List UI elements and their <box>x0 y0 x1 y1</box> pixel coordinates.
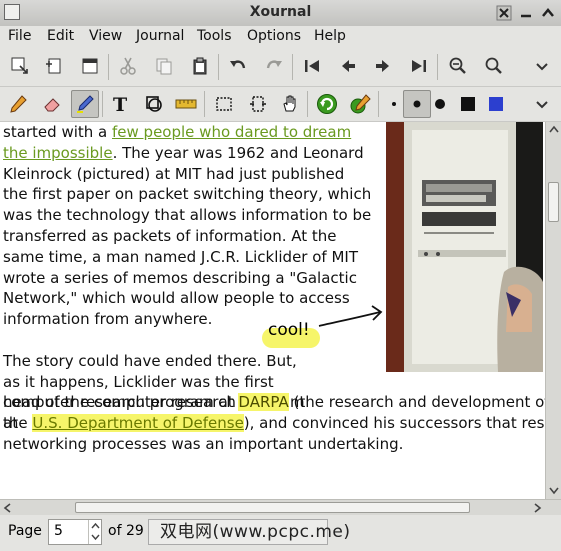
save-icon[interactable] <box>6 52 34 80</box>
pen-icon[interactable] <box>4 90 32 118</box>
minimize-window-icon[interactable] <box>518 5 534 21</box>
annotation-arrow-icon <box>318 305 383 327</box>
close-window-icon[interactable] <box>496 5 512 21</box>
scroll-right-arrow-icon[interactable] <box>534 503 542 513</box>
vertical-scrollbar[interactable] <box>545 122 561 499</box>
select-rectangle-icon[interactable] <box>210 90 238 118</box>
para2-line-darpa: computer research program at DARPA (the … <box>3 393 545 411</box>
menu-options[interactable]: Options <box>247 28 301 44</box>
overflow-chevron-icon[interactable] <box>528 90 556 118</box>
highlight-darpa[interactable]: DARPA <box>238 393 289 411</box>
scroll-down-arrow-icon[interactable] <box>549 487 559 495</box>
spin-up-icon[interactable] <box>91 522 100 529</box>
main-toolbar <box>0 48 561 87</box>
next-page-icon[interactable] <box>369 52 397 80</box>
copy-icon[interactable] <box>150 52 178 80</box>
menu-help[interactable]: Help <box>314 28 346 44</box>
duplicate-page-icon[interactable] <box>76 52 104 80</box>
first-page-icon[interactable] <box>298 52 326 80</box>
window-title: Xournal <box>249 4 312 20</box>
svg-text:T: T <box>113 94 127 114</box>
maximize-window-icon[interactable] <box>540 5 556 21</box>
scroll-up-arrow-icon[interactable] <box>549 125 559 133</box>
redo-icon[interactable] <box>260 52 288 80</box>
default-tools-icon[interactable] <box>313 90 341 118</box>
toolbar-separator <box>102 91 103 117</box>
zoom-out-icon[interactable] <box>444 52 472 80</box>
hand-tool-icon[interactable] <box>276 90 304 118</box>
overflow-chevron-icon[interactable] <box>528 52 556 80</box>
toolbar-separator <box>292 54 293 80</box>
menu-bar: File Edit View Journal Tools Options Hel… <box>0 26 561 49</box>
menu-tools[interactable]: Tools <box>197 28 232 44</box>
highlighter-icon[interactable] <box>71 90 99 118</box>
para2-line-last: networking processes was an important un… <box>3 434 404 453</box>
toolbar-separator <box>437 54 438 80</box>
menu-journal[interactable]: Journal <box>136 28 184 44</box>
horizontal-scrollbar[interactable] <box>0 499 561 515</box>
scroll-left-arrow-icon[interactable] <box>3 503 11 513</box>
status-bar: Page 5 of 29 双电网(www.pcpc.me) <box>0 515 561 551</box>
para2-line-dod: the U.S. Department of Defense), and con… <box>3 413 545 432</box>
toolbar-separator <box>108 54 109 80</box>
zoom-in-icon[interactable] <box>480 52 508 80</box>
toolbar-separator <box>218 54 219 80</box>
paragraph-2-overflow: computer research program at DARPA (the … <box>3 392 545 454</box>
paste-icon[interactable] <box>186 52 214 80</box>
page-spin-buttons[interactable] <box>88 520 102 544</box>
toolbar-separator <box>307 91 308 117</box>
toolbar-separator <box>204 91 205 117</box>
journal-page-canvas[interactable]: started with a few people who dared to d… <box>0 122 545 499</box>
color-blue-icon[interactable] <box>482 90 510 118</box>
page-label: Page <box>8 523 42 539</box>
last-page-icon[interactable] <box>405 52 433 80</box>
title-bar: Xournal <box>0 0 561 27</box>
new-page-icon[interactable] <box>40 52 68 80</box>
text-tool-icon[interactable]: T <box>106 90 134 118</box>
watermark-text: 双电网(www.pcpc.me) <box>160 522 351 542</box>
para1-body-text: . The year was 1962 and Leonard Kleinroc… <box>3 143 372 329</box>
page-count-label: of 29 <box>108 523 144 539</box>
kleinrock-photo <box>386 122 543 372</box>
annotation-text: cool! <box>268 320 310 340</box>
menu-file[interactable]: File <box>8 28 31 44</box>
menu-view[interactable]: View <box>89 28 122 44</box>
tools-toolbar: T <box>0 87 561 122</box>
vertical-scroll-thumb[interactable] <box>548 182 559 222</box>
default-pen-icon[interactable] <box>347 90 375 118</box>
select-region-icon[interactable] <box>244 90 272 118</box>
ruler-icon[interactable] <box>172 90 200 118</box>
previous-page-icon[interactable] <box>334 52 362 80</box>
color-black-icon[interactable] <box>454 90 482 118</box>
shape-recognizer-icon[interactable] <box>140 90 168 118</box>
undo-icon[interactable] <box>224 52 252 80</box>
eraser-icon[interactable] <box>38 90 66 118</box>
horizontal-scroll-thumb[interactable] <box>75 502 470 513</box>
highlight-dod-link[interactable]: U.S. Department of Defense <box>32 413 244 432</box>
toolbar-separator <box>378 91 379 117</box>
para2-text-c: the <box>3 413 33 432</box>
paragraph-1: started with a few people who dared to d… <box>3 122 373 330</box>
thickness-thick-icon[interactable] <box>426 90 454 118</box>
cut-icon[interactable] <box>114 52 142 80</box>
spin-down-icon[interactable] <box>91 534 100 541</box>
para1-lead-text: started with a <box>3 123 113 141</box>
menu-edit[interactable]: Edit <box>47 28 74 44</box>
